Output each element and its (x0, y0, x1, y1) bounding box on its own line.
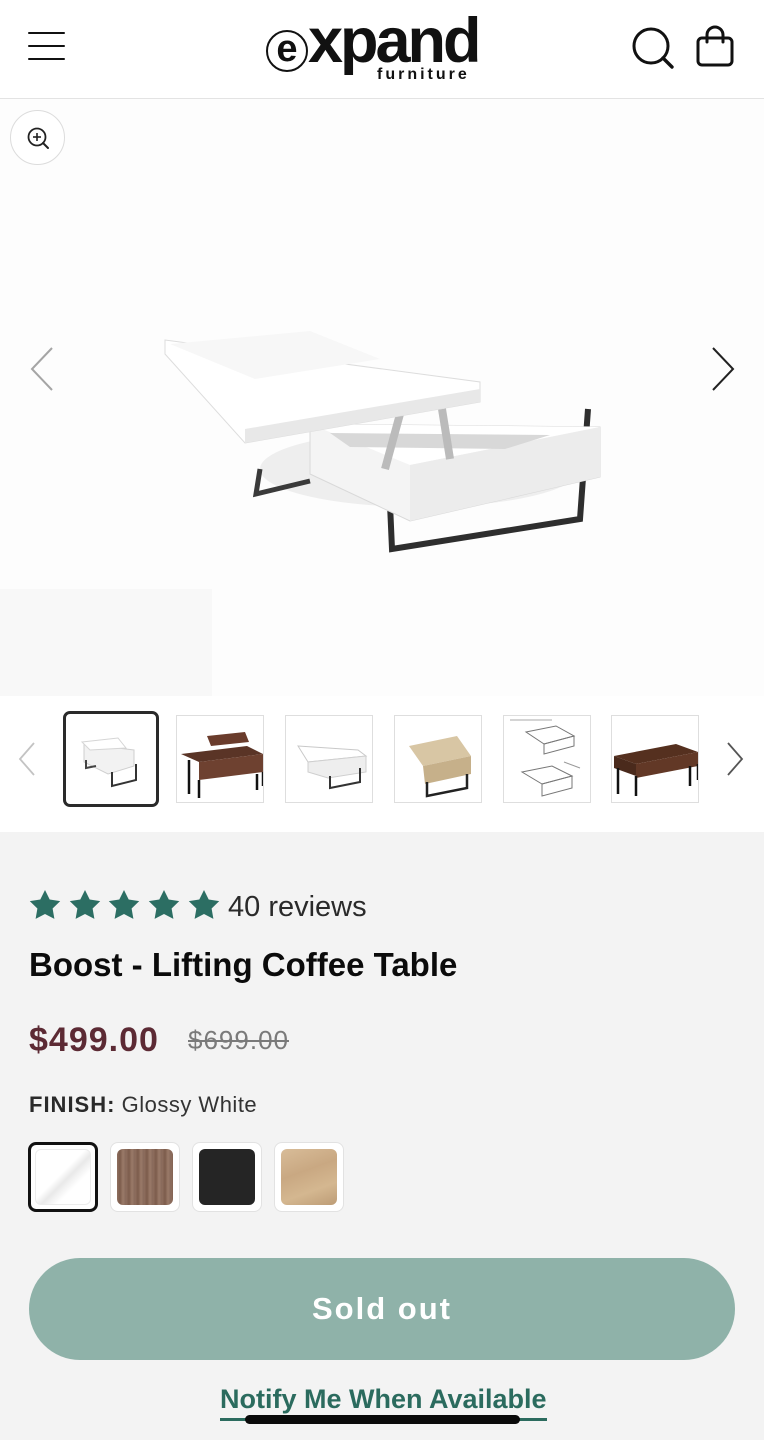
thumbnail-3[interactable] (285, 715, 373, 803)
swatch-black[interactable] (192, 1142, 262, 1212)
swatch-color (35, 1149, 91, 1205)
star-rating-icons[interactable] (28, 888, 223, 924)
product-info: 40 reviews Boost - Lifting Coffee Table … (0, 832, 764, 1440)
site-header: e xpand furniture (0, 0, 764, 99)
finish-selector-label: FINISH: Glossy White (29, 1092, 257, 1118)
product-photo-lift-top-table (164, 331, 601, 553)
chevron-left-icon[interactable] (16, 740, 38, 778)
finish-value: Glossy White (121, 1092, 258, 1117)
sale-price: $499.00 (29, 1021, 159, 1059)
site-logo[interactable]: e xpand furniture (266, 6, 498, 88)
swatch-oak[interactable] (274, 1142, 344, 1212)
swatch-walnut[interactable] (110, 1142, 180, 1212)
finish-label: FINISH: (29, 1092, 116, 1117)
sold-out-button[interactable]: Sold out (29, 1258, 735, 1360)
thumbnail-2[interactable] (176, 715, 264, 803)
thumbnail-5[interactable] (503, 715, 591, 803)
swatch-glossy-white[interactable] (28, 1142, 98, 1212)
thumbnail-1[interactable] (63, 711, 159, 807)
chevron-left-icon[interactable] (28, 345, 56, 393)
swatch-color (199, 1149, 255, 1205)
review-count[interactable]: 40 reviews (228, 890, 367, 924)
shopping-bag-icon[interactable] (696, 25, 736, 69)
image-shadow-area (0, 589, 212, 696)
chevron-right-icon[interactable] (709, 345, 737, 393)
chevron-right-icon[interactable] (724, 740, 746, 778)
swatch-color (281, 1149, 337, 1205)
thumbnail-4[interactable] (394, 715, 482, 803)
thumbnail-6[interactable] (611, 715, 699, 803)
search-icon[interactable] (630, 25, 676, 71)
logo-tagline: furniture (377, 66, 470, 83)
home-indicator (245, 1415, 520, 1424)
zoom-button[interactable] (10, 110, 65, 165)
compare-at-price: $699.00 (188, 1025, 289, 1055)
product-image-gallery[interactable] (0, 99, 764, 696)
zoom-in-icon (27, 127, 49, 149)
swatch-color (117, 1149, 173, 1205)
logo-e-letter: e (266, 30, 308, 72)
thumbnail-strip (0, 696, 764, 832)
hamburger-menu-icon[interactable] (28, 28, 66, 64)
product-title: Boost - Lifting Coffee Table (29, 946, 458, 983)
